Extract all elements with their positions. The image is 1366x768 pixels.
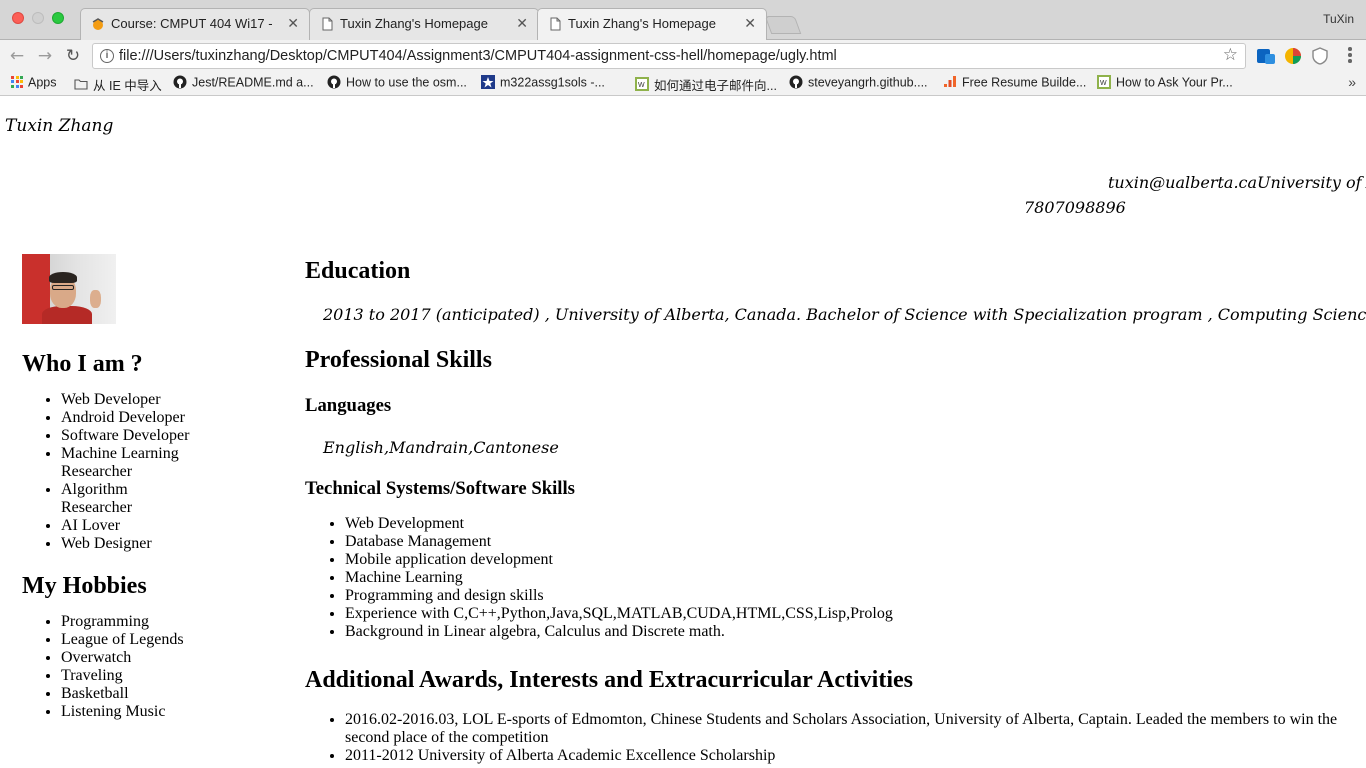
tab-homepage-2[interactable]: Tuxin Zhang's Homepage ✕ xyxy=(537,8,767,41)
list-item: Machine Learning xyxy=(345,569,1355,587)
shield-extension-icon[interactable] xyxy=(1310,46,1330,66)
reload-icon[interactable]: ↻ xyxy=(62,45,84,67)
technical-skills-list: Web Development Database Management Mobi… xyxy=(305,515,1355,641)
awards-list: 2016.02-2016.03, LOL E-sports of Edmomto… xyxy=(305,711,1355,765)
tab-title: Course: CMPUT 404 Wi17 - W xyxy=(111,16,276,31)
window-zoom-button[interactable] xyxy=(52,12,64,24)
bookmark-steveyangrh[interactable]: steveyangrh.github.... xyxy=(789,75,928,93)
window-close-button[interactable] xyxy=(12,12,24,24)
back-icon[interactable]: ← xyxy=(6,45,28,67)
page-title: Tuxin Zhang xyxy=(5,116,114,136)
resume-icon xyxy=(944,75,956,87)
tab-homepage-1[interactable]: Tuxin Zhang's Homepage ✕ xyxy=(309,8,539,40)
page-content: Tuxin Zhang tuxin@ualberta.caUniversity … xyxy=(0,97,1366,768)
bookmark-email-cn[interactable]: W 如何通过电子邮件向... xyxy=(635,75,777,93)
list-item: Android Developer xyxy=(61,409,262,427)
svg-text:W: W xyxy=(1100,80,1107,87)
languages-line: English,Mandrain,Cantonese xyxy=(323,438,559,457)
list-item: League of Legends xyxy=(61,631,262,649)
wiki-icon: W xyxy=(635,76,649,91)
technical-skills-heading: Technical Systems/Software Skills xyxy=(305,478,575,499)
bookmark-jest-readme[interactable]: Jest/README.md a... xyxy=(173,75,314,93)
wiki-icon: W xyxy=(1097,74,1111,89)
document-icon xyxy=(550,17,561,31)
tab-title: Tuxin Zhang's Homepage xyxy=(568,16,716,31)
github-icon xyxy=(789,75,803,89)
more-bookmarks-icon[interactable]: » xyxy=(1348,74,1356,90)
tab-course-cmput404[interactable]: Course: CMPUT 404 Wi17 - W ✕ xyxy=(80,8,310,40)
tab-close-icon[interactable]: ✕ xyxy=(516,15,528,32)
tab-close-icon[interactable]: ✕ xyxy=(744,15,756,32)
browser-menu-icon[interactable] xyxy=(1348,47,1352,65)
bookmarks-bar: Apps 从 IE 中导入 Jest/README.md a... How to… xyxy=(0,72,1366,96)
tab-close-icon[interactable]: ✕ xyxy=(287,15,299,32)
colorful-extension-icon[interactable] xyxy=(1283,46,1303,66)
list-item: Algorithm Researcher xyxy=(61,481,262,517)
list-item: Experience with C,C++,Python,Java,SQL,MA… xyxy=(345,605,1355,623)
folder-icon xyxy=(74,78,88,90)
list-item: 2016.02-2016.03, LOL E-sports of Edmomto… xyxy=(345,711,1355,747)
github-icon xyxy=(327,75,341,89)
education-line: 2013 to 2017 (anticipated) , University … xyxy=(323,305,1366,324)
moodle-icon xyxy=(92,18,104,30)
list-item: Traveling xyxy=(61,667,262,685)
address-bar[interactable]: i file:///Users/tuxinzhang/Desktop/CMPUT… xyxy=(92,43,1246,69)
list-item: Programming xyxy=(61,613,262,631)
contact-phone: 7807098896 xyxy=(1024,198,1126,217)
document-icon xyxy=(322,17,333,31)
browser-toolbar: ← → ↻ i file:///Users/tuxinzhang/Desktop… xyxy=(0,40,1366,72)
tab-title: Tuxin Zhang's Homepage xyxy=(340,16,488,31)
outlook-extension-icon[interactable] xyxy=(1256,46,1276,66)
list-item: AI Lover xyxy=(61,517,262,535)
list-item: 2011-2012 University of Alberta Academic… xyxy=(345,747,1355,765)
professional-skills-heading: Professional Skills xyxy=(305,347,492,373)
list-item: Software Developer xyxy=(61,427,262,445)
new-tab-button[interactable] xyxy=(764,16,802,34)
svg-text:W: W xyxy=(638,82,645,89)
list-item: Database Management xyxy=(345,533,1355,551)
tab-strip: Course: CMPUT 404 Wi17 - W ✕ Tuxin Zhang… xyxy=(0,0,1366,41)
contact-email-university: tuxin@ualberta.caUniversity of Alberta xyxy=(1108,173,1366,192)
who-i-am-heading: Who I am ? xyxy=(22,351,143,377)
bookmark-resume-builder[interactable]: Free Resume Builde... xyxy=(943,75,1086,93)
window-minimize-button[interactable] xyxy=(32,12,44,24)
languages-heading: Languages xyxy=(305,395,392,416)
star-badge-icon xyxy=(481,74,495,89)
profile-name[interactable]: TuXin xyxy=(1323,12,1354,26)
info-icon[interactable]: i xyxy=(100,49,114,63)
main-content: Education 2013 to 2017 (anticipated) , U… xyxy=(305,257,1366,765)
list-item: Web Development xyxy=(345,515,1355,533)
list-item: Overwatch xyxy=(61,649,262,667)
list-item: Web Developer xyxy=(61,391,262,409)
github-icon xyxy=(173,75,187,89)
list-item: Listening Music xyxy=(61,703,262,721)
bookmark-apps[interactable]: Apps xyxy=(11,75,57,93)
list-item: Programming and design skills xyxy=(345,587,1355,605)
who-i-am-list: Web Developer Android Developer Software… xyxy=(22,391,262,553)
bookmark-osm[interactable]: How to use the osm... xyxy=(327,75,467,93)
hobbies-list: Programming League of Legends Overwatch … xyxy=(22,613,262,721)
list-item: Web Designer xyxy=(61,535,262,553)
bookmark-m322[interactable]: m322assg1sols -... xyxy=(481,74,605,93)
address-url[interactable]: file:///Users/tuxinzhang/Desktop/CMPUT40… xyxy=(119,48,837,64)
list-item: Mobile application development xyxy=(345,551,1355,569)
bookmark-ie-import[interactable]: 从 IE 中导入 xyxy=(74,75,162,93)
profile-photo xyxy=(22,254,116,324)
forward-icon[interactable]: → xyxy=(34,45,56,67)
bookmark-star-icon[interactable]: ☆ xyxy=(1223,45,1238,65)
list-item: Basketball xyxy=(61,685,262,703)
sidebar: Who I am ? Web Developer Android Develop… xyxy=(22,254,262,721)
bookmark-how-to-ask[interactable]: W How to Ask Your Pr... xyxy=(1097,74,1233,93)
list-item: Background in Linear algebra, Calculus a… xyxy=(345,623,1355,641)
apps-grid-icon xyxy=(11,75,23,88)
awards-heading: Additional Awards, Interests and Extracu… xyxy=(305,667,913,693)
hobbies-heading: My Hobbies xyxy=(22,573,147,599)
education-heading: Education xyxy=(305,258,411,284)
list-item: Machine Learning Researcher xyxy=(61,445,262,481)
